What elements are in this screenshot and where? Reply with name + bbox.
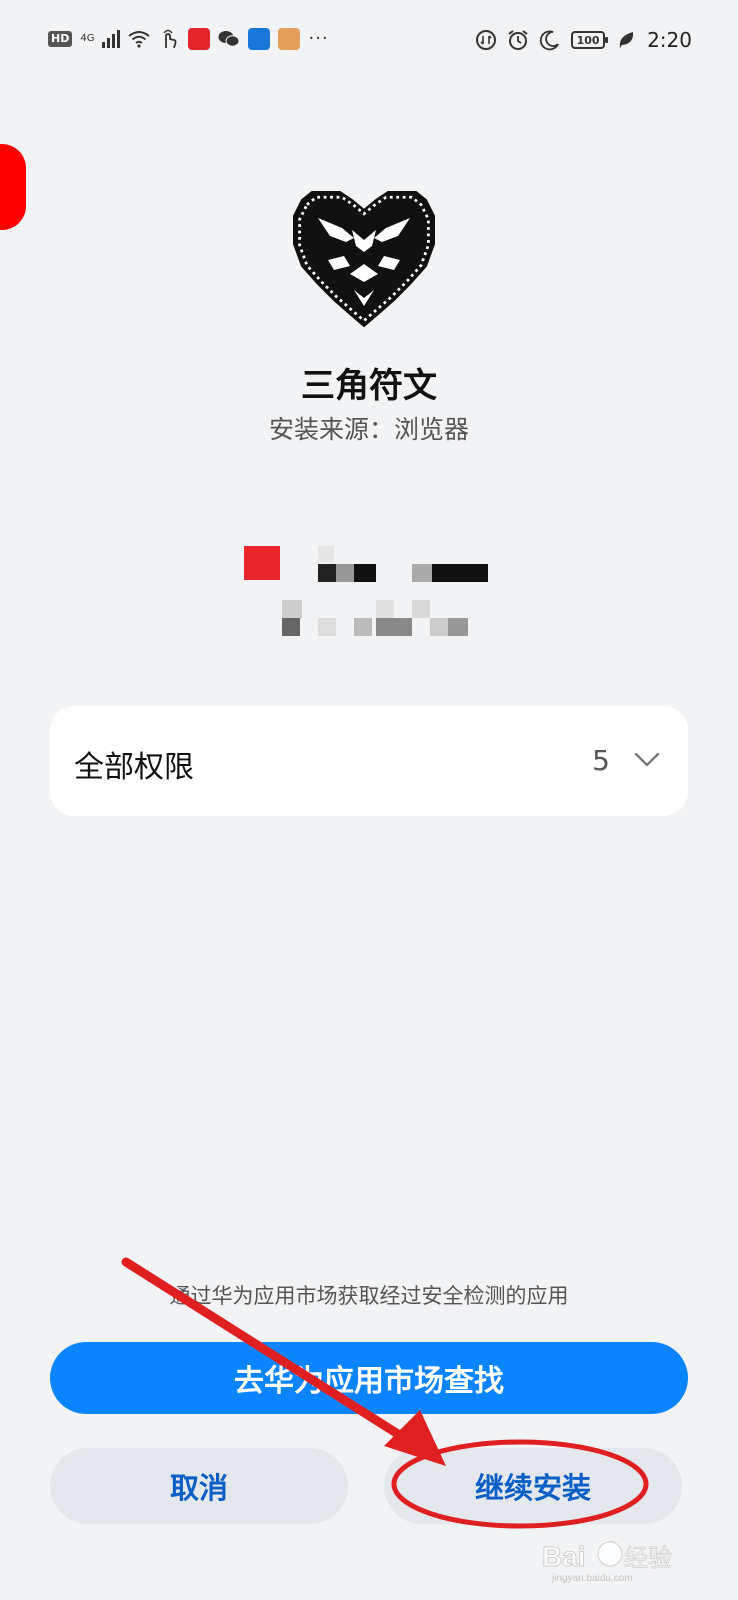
censored-pixel [412,564,432,582]
censored-pixel [354,618,372,636]
red-floating-marker [0,144,26,230]
permissions-row[interactable]: 全部权限 5 [50,706,688,816]
status-bar-left: HD 4G ··· [48,28,329,50]
market-hint-text: 通过华为应用市场获取经过安全检测的应用 [169,1284,569,1308]
permissions-count: 5 [592,744,610,777]
censored-pixel [448,618,468,636]
continue-install-button[interactable]: 继续安装 [384,1448,682,1524]
baidu-watermark-logo: Bai 经验 jingyan.baidu.com [542,1541,672,1585]
censored-pixel [282,618,300,636]
censored-pixel [376,618,412,636]
chevron-down-icon[interactable] [632,744,662,774]
censored-pixel [354,564,376,582]
app-notification-red-icon [188,28,211,50]
svg-text:Bai: Bai [542,1541,586,1572]
status-bar: HD 4G ··· 100 2:20 [0,0,738,84]
install-source: 安装来源：浏览器 [268,415,469,444]
hd-badge: HD [48,31,73,47]
do-not-disturb-moon-icon [539,29,561,51]
app-icon [290,186,438,330]
svg-text:jingyan.baidu.com: jingyan.baidu.com [551,1573,633,1584]
data-saver-icon [475,29,497,51]
go-to-app-market-button[interactable]: 去华为应用市场查找 [50,1342,688,1414]
censored-pixel [282,600,302,618]
app-name: 三角符文 [301,366,437,406]
app-notification-blue-icon [248,28,271,50]
wechat-icon [218,28,240,50]
power-saving-leaf-icon [615,29,637,51]
censored-pixel [318,546,334,562]
battery-icon: 100 [571,31,609,49]
cancel-button[interactable]: 取消 [50,1448,348,1524]
gesture-icon [158,28,180,50]
svg-text:经验: 经验 [624,1544,672,1572]
censored-pixel [432,564,488,582]
more-notifications-icon: ··· [308,28,329,49]
permissions-label: 全部权限 [74,750,194,785]
censored-pixel [318,618,336,636]
wifi-icon [128,28,151,50]
censored-pixel [244,546,280,580]
network-type: 4G [80,33,95,44]
censored-pixel [376,600,394,618]
alarm-icon [507,29,529,51]
signal-icon [102,30,121,48]
censored-pixel [430,618,448,636]
censored-pixel [336,564,354,582]
censored-pixel [412,600,430,618]
app-notification-orange-icon [278,28,301,50]
censored-pixel [318,564,336,582]
clock: 2:20 [647,28,692,52]
pixel-heart-icon [293,191,435,328]
status-bar-right: 100 2:20 [475,28,692,52]
